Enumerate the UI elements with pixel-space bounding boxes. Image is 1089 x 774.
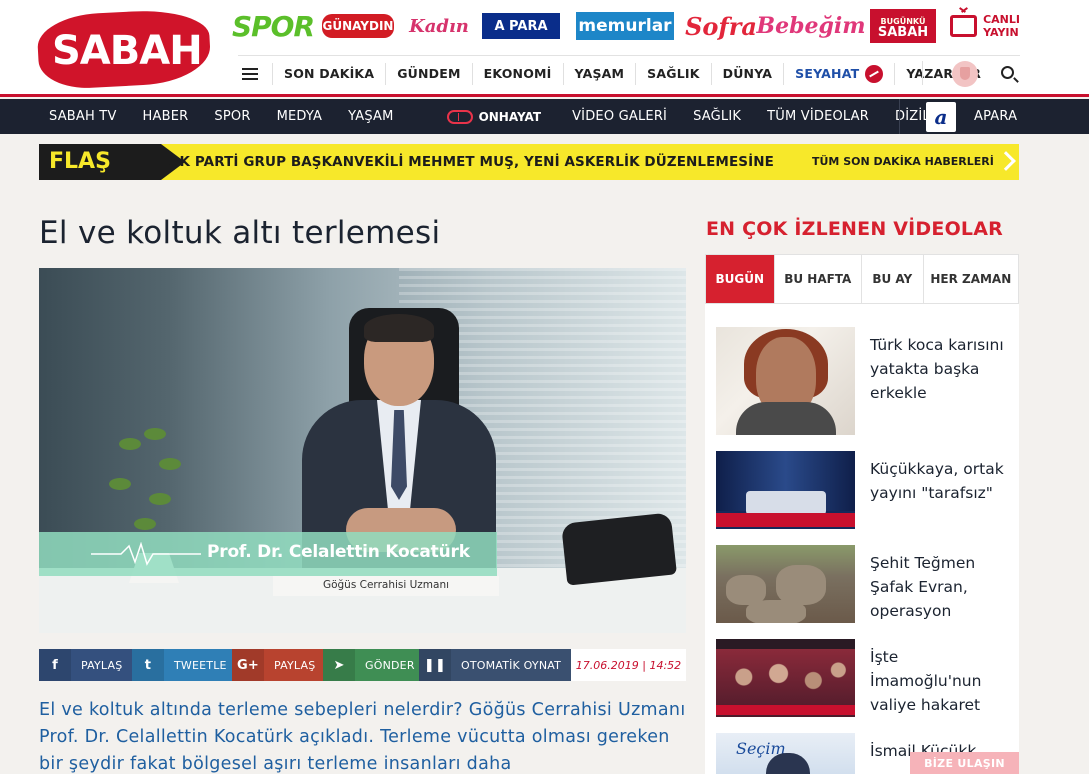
nav-seyahat[interactable]: SEYAHAT [783,62,894,85]
all-breaking-news-label: TÜM SON DAKİKA HABERLERİ [812,155,994,168]
google-plus-share-button[interactable]: G+ PAYLAŞ [232,649,323,681]
onhayat-icon [446,109,473,124]
article-summary: El ve koltuk altında terleme sebepleri n… [39,700,686,774]
search-icon[interactable] [1001,66,1014,79]
brand-spor-link[interactable]: SPOR [232,10,315,43]
breaking-news-ticker: FLAŞ AK PARTİ GRUP BAŞKANVEKİLİ MEHMET M… [39,144,1019,180]
dnav-apara[interactable]: a APARA [899,99,1017,134]
tab-all-time[interactable]: HER ZAMAN [922,255,1018,303]
video-caption[interactable]: Şehit Teğmen Şafak Evran, operasyon [870,551,1010,623]
autoplay-toggle[interactable]: ❚❚ OTOMATİK OYNAT [419,649,571,681]
google-plus-icon: G+ [232,649,264,681]
nav-son-dakika[interactable]: SON DAKİKA [272,62,385,85]
brand-bebegim-link[interactable]: Bebeğim [757,10,866,42]
dnav-tum-videolar[interactable]: TÜM VİDEOLAR [754,109,882,124]
most-watched-title: EN ÇOK İZLENEN VİDEOLAR [706,218,1003,240]
speaker-name: Prof. Dr. Celalettin Kocatürk [207,542,470,562]
video-thumbnail[interactable] [716,327,855,435]
brand-sofra-link[interactable]: Sofra [685,10,757,42]
nav-divider [922,61,923,85]
main-nav: SON DAKİKA GÜNDEM EKONOMİ YAŞAM SAĞLIK D… [238,55,1020,91]
thumb-caption-bar [716,705,855,715]
sabah-logo[interactable]: SABAH [36,7,212,91]
video-caption[interactable]: İşte İmamoğlu'nun valiye hakaret [870,645,1010,717]
flash-headline[interactable]: AK PARTİ GRUP BAŞKANVEKİLİ MEHMET MUŞ, Y… [169,144,775,180]
autoplay-label: OTOMATİK OYNAT [461,658,562,672]
twitter-icon: t [132,649,164,681]
page-title: El ve koltuk altı terlemesi [39,215,441,251]
contact-us-button[interactable]: BİZE ULAŞIN [910,752,1019,774]
nav-seyahat-label: SEYAHAT [795,66,860,81]
video-thumbnail[interactable] [716,451,855,529]
live-broadcast-link[interactable]: CANLI YAYIN [950,10,1020,42]
nav-yasam[interactable]: YAŞAM [562,62,636,85]
shield-icon[interactable] [952,61,978,87]
facebook-icon: f [39,649,71,681]
facebook-share-button[interactable]: f PAYLAŞ [39,649,132,681]
thumb-desk [746,491,826,515]
tab-this-month[interactable]: BU AY [861,255,923,303]
dnav-saglik[interactable]: SAĞLIK [680,109,754,124]
nav-dunya[interactable]: DÜNYA [710,62,784,85]
airline-icon [865,64,884,83]
dnav-spor[interactable]: SPOR [201,109,263,124]
apara-label: APARA [974,109,1018,124]
video-caption[interactable]: Türk koca karısını yatakta başka erkekle [870,333,1010,405]
live-broadcast-label: CANLI YAYIN [983,13,1020,39]
tv-icon [950,15,978,37]
apara-logo: a [926,101,956,132]
google-plus-share-label: PAYLAŞ [274,658,316,672]
tab-today[interactable]: BUGÜN [706,255,774,303]
video-thumbnail[interactable] [716,639,855,717]
dnav-video-galeri[interactable]: VİDEO GALERİ [559,109,680,124]
live-line-2: YAYIN [983,26,1019,39]
video-desk-phone [561,512,677,586]
most-watched-list: Türk koca karısını yatakta başka erkekle… [705,304,1019,774]
dnav-haber[interactable]: HABER [130,109,202,124]
brand-kadin-link[interactable]: Kadın [408,10,470,42]
thumb-torso [736,402,836,435]
bugunku-sabah-label: SABAH [877,25,929,40]
publish-date: 17.06.2019 | 14:52 [575,658,682,672]
nav-saglik[interactable]: SAĞLIK [635,62,710,85]
most-watched-tabs: BUGÜN BU HAFTA BU AY HER ZAMAN [705,254,1019,304]
pause-icon: ❚❚ [419,649,451,681]
speaker-role: Göğüs Cerrahisi Uzmanı [322,579,450,591]
all-breaking-news-link[interactable]: TÜM SON DAKİKA HABERLERİ [775,144,1019,180]
brand-memurlar-link[interactable]: memurlar [576,12,674,40]
dnav-onhayat[interactable]: ONHAYAT [446,109,542,124]
dnav-medya[interactable]: MEDYA [264,109,336,124]
thumb-caption-bar [716,513,855,527]
brand-bugunku-sabah-link[interactable]: BUGÜNKÜ SABAH [870,9,936,43]
flash-tag: FLAŞ [39,144,185,180]
logo-text: SABAH [52,28,203,74]
send-label: GÖNDER [365,658,415,672]
brand-apara-link[interactable]: A PARA [482,13,560,39]
video-thumbnail[interactable]: Seçim [716,733,855,774]
nav-ekonomi[interactable]: EKONOMİ [471,62,563,85]
dnav-yasam[interactable]: YAŞAM [335,109,406,124]
chevron-right-icon [996,151,1016,171]
video-player[interactable]: Prof. Dr. Celalettin Kocatürk Göğüs Cerr… [39,268,686,633]
paper-plane-icon: ➤ [323,649,355,681]
hamburger-menu-icon[interactable] [242,67,258,80]
twitter-share-label: TWEETLE [174,658,227,672]
ecg-line-icon [91,542,201,566]
video-caption[interactable]: Küçükkaya, ortak yayını "tarafsız" [870,457,1010,505]
video-thumbnail[interactable] [716,545,855,623]
live-line-1: CANLI [983,13,1020,26]
dnav-sabah-tv[interactable]: SABAH TV [0,109,130,124]
tab-this-week[interactable]: BU HAFTA [773,255,861,303]
onhayat-label: ONHAYAT [478,109,542,124]
send-button[interactable]: ➤ GÖNDER [323,649,419,681]
twitter-share-button[interactable]: t TWEETLE [132,649,232,681]
top-header: SABAH SPOR GÜNAYDIN Kadın A PARA memurla… [0,0,1089,97]
person-hair [364,314,434,342]
facebook-share-label: PAYLAŞ [81,658,123,672]
brand-links: SPOR GÜNAYDIN Kadın A PARA memurlar Sofr… [232,6,1020,46]
brand-gunaydin-link[interactable]: GÜNAYDIN [322,14,394,38]
nav-gundem[interactable]: GÜNDEM [385,62,471,85]
secondary-nav: SABAH TV HABER SPOR MEDYA YAŞAM ONHAYAT … [0,99,1089,134]
share-bar: f PAYLAŞ t TWEETLE G+ PAYLAŞ ➤ GÖNDER ❚❚… [39,649,686,681]
